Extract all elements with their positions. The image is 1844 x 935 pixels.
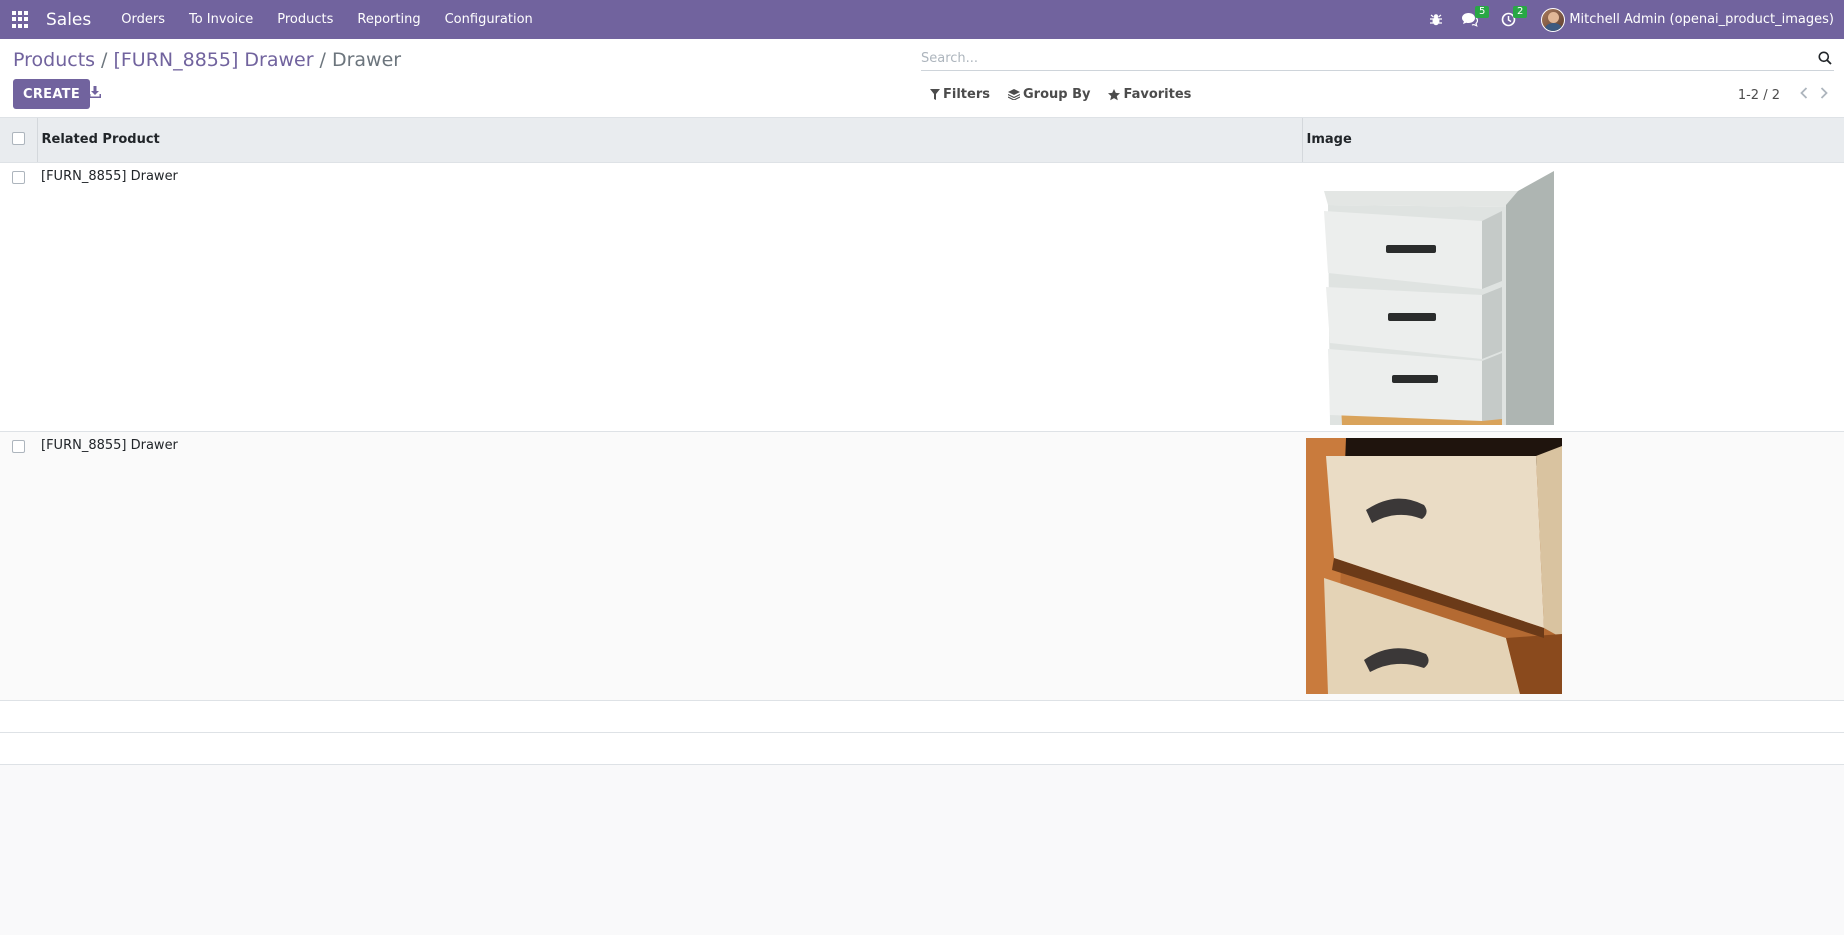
- filters-button[interactable]: Filters: [930, 87, 990, 102]
- image-cell[interactable]: [1302, 162, 1844, 432]
- search-input[interactable]: [921, 47, 1834, 69]
- menu-to-invoice[interactable]: To Invoice: [189, 12, 253, 27]
- control-panel: Products / [FURN_8855] Drawer / Drawer CREAT…: [0, 39, 1844, 118]
- navbar-systray: 5 2 Mitchell Admin (openai_product_image…: [1420, 6, 1834, 32]
- breadcrumb-current: Drawer: [331, 49, 402, 71]
- layers-icon: [1007, 89, 1020, 100]
- avatar[interactable]: [1541, 7, 1566, 32]
- search-bar: [921, 47, 1834, 71]
- pager-next-icon[interactable]: [1820, 87, 1828, 103]
- empty-row: [0, 700, 1844, 733]
- chat-icon[interactable]: 5: [1461, 6, 1490, 27]
- column-header-related-product[interactable]: Related Product: [37, 118, 1303, 163]
- select-all-checkbox[interactable]: [11, 132, 25, 146]
- menu-reporting[interactable]: Reporting: [357, 12, 420, 27]
- pager-value[interactable]: 1-2 / 2: [1738, 88, 1780, 103]
- apps-icon[interactable]: [12, 10, 30, 29]
- search-options: Filters Group By Favorites: [930, 87, 1209, 102]
- menu-orders[interactable]: Orders: [121, 12, 165, 27]
- row-select-cell: [0, 431, 37, 701]
- column-header-image[interactable]: Image: [1302, 118, 1844, 163]
- row-select-cell: [0, 162, 37, 432]
- related-product-cell[interactable]: [FURN_8855] Drawer: [37, 431, 1302, 701]
- star-icon: [1108, 88, 1121, 100]
- filters-label: Filters: [943, 87, 990, 102]
- messages-badge: 5: [1474, 6, 1490, 18]
- pager-previous-icon[interactable]: [1800, 87, 1808, 103]
- row-checkbox[interactable]: [12, 439, 25, 453]
- bug-icon[interactable]: [1429, 13, 1443, 27]
- search-icon[interactable]: [1818, 51, 1832, 69]
- table-header: Related Product Image: [0, 118, 1844, 163]
- row-checkbox[interactable]: [12, 170, 25, 184]
- pager: 1-2 / 2: [1738, 87, 1834, 103]
- clock-icon[interactable]: 2: [1501, 6, 1528, 27]
- breadcrumb-product-drawer[interactable]: [FURN_8855] Drawer: [113, 49, 313, 71]
- activities-badge: 2: [1512, 6, 1528, 18]
- favorites-button[interactable]: Favorites: [1108, 87, 1191, 102]
- table-row[interactable]: [FURN_8855] Drawer: [0, 162, 1844, 432]
- breadcrumb-separator: /: [319, 49, 326, 71]
- image-cell[interactable]: [1302, 431, 1844, 701]
- create-button[interactable]: CREATE: [13, 79, 91, 109]
- wooden-drawers-closeup-image: [1306, 437, 1562, 694]
- list-view: Related Product Image [FURN_8855] Drawer: [0, 118, 1844, 765]
- group-by-label: Group By: [1022, 87, 1091, 102]
- related-product-cell[interactable]: [FURN_8855] Drawer: [37, 162, 1302, 432]
- white-drawer-cabinet-image: [1306, 168, 1562, 425]
- table-row[interactable]: [FURN_8855] Drawer: [0, 431, 1844, 701]
- select-all-cell: [0, 118, 38, 163]
- group-by-button[interactable]: Group By: [1007, 87, 1091, 102]
- breadcrumb-separator: /: [101, 49, 108, 71]
- menu-configuration[interactable]: Configuration: [445, 12, 533, 27]
- user-menu[interactable]: Mitchell Admin (openai_product_images): [1569, 12, 1834, 27]
- filter-icon: [930, 89, 940, 100]
- app-name[interactable]: Sales: [46, 10, 91, 30]
- favorites-label: Favorites: [1123, 87, 1192, 102]
- top-navbar: Sales Orders To Invoice Products Reporti…: [0, 0, 1844, 39]
- menu-products[interactable]: Products: [277, 12, 333, 27]
- breadcrumb-products[interactable]: Products: [13, 49, 95, 71]
- breadcrumb: Products / [FURN_8855] Drawer / Drawer: [13, 49, 401, 71]
- empty-row: [0, 732, 1844, 765]
- product-images-table: Related Product Image [FURN_8855] Drawer: [0, 118, 1844, 765]
- download-icon[interactable]: [88, 85, 104, 101]
